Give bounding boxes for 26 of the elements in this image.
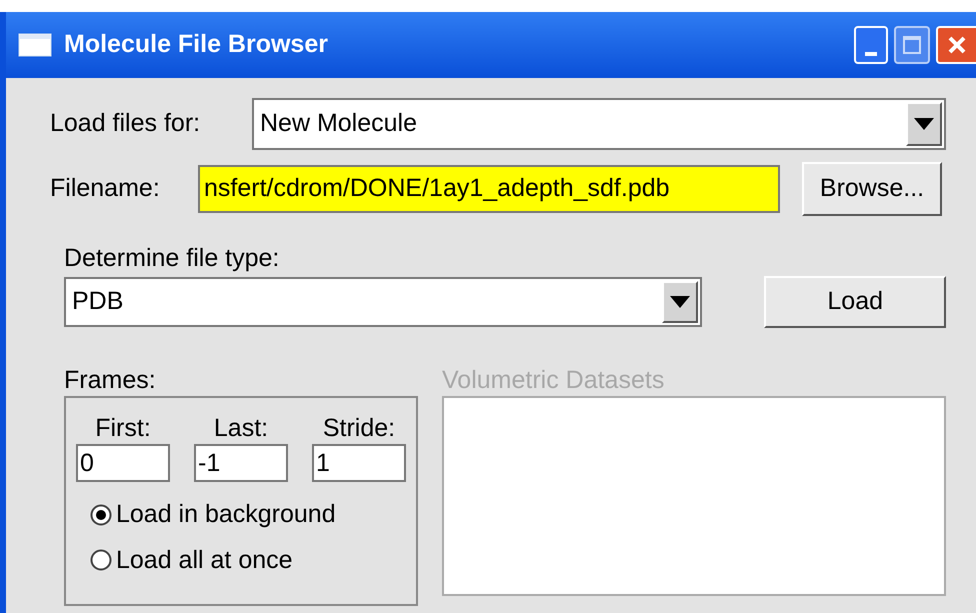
close-icon <box>947 35 967 55</box>
maximize-button[interactable] <box>894 26 930 64</box>
field-label: Determine file type: <box>64 243 280 274</box>
radio-label: Load in background <box>116 499 336 530</box>
radio-button[interactable] <box>90 504 112 526</box>
field-label: Filename: <box>50 173 161 204</box>
load-button[interactable]: Load <box>764 276 946 328</box>
frames-label: Frames: <box>64 365 157 394</box>
number-field[interactable]: 0 <box>76 444 170 482</box>
radio-button[interactable] <box>90 549 112 572</box>
molecule-dropdown[interactable]: New Molecule <box>252 98 946 150</box>
field-label: Load files for: <box>50 108 202 140</box>
file-type-dropdown[interactable]: PDB <box>64 277 702 327</box>
window-title: Molecule File Browser <box>64 29 329 60</box>
field-label: Last: <box>214 413 268 444</box>
close-button[interactable] <box>936 26 976 64</box>
field-label: Stride: <box>322 413 396 444</box>
filename-field[interactable]: nsfert/cdrom/DONE/1ay1_adepth_sdf.pdb <box>198 165 780 213</box>
browse-button[interactable]: Browse... <box>802 162 942 216</box>
radio-label: Load all at once <box>116 544 293 576</box>
number-field[interactable]: -1 <box>194 444 288 482</box>
minimize-button[interactable] <box>854 26 888 64</box>
field-label: First: <box>95 413 151 444</box>
window-icon <box>18 33 52 57</box>
number-field[interactable]: 1 <box>312 444 406 482</box>
volumetric-datasets-label: Volumetric Datasets <box>442 365 666 394</box>
